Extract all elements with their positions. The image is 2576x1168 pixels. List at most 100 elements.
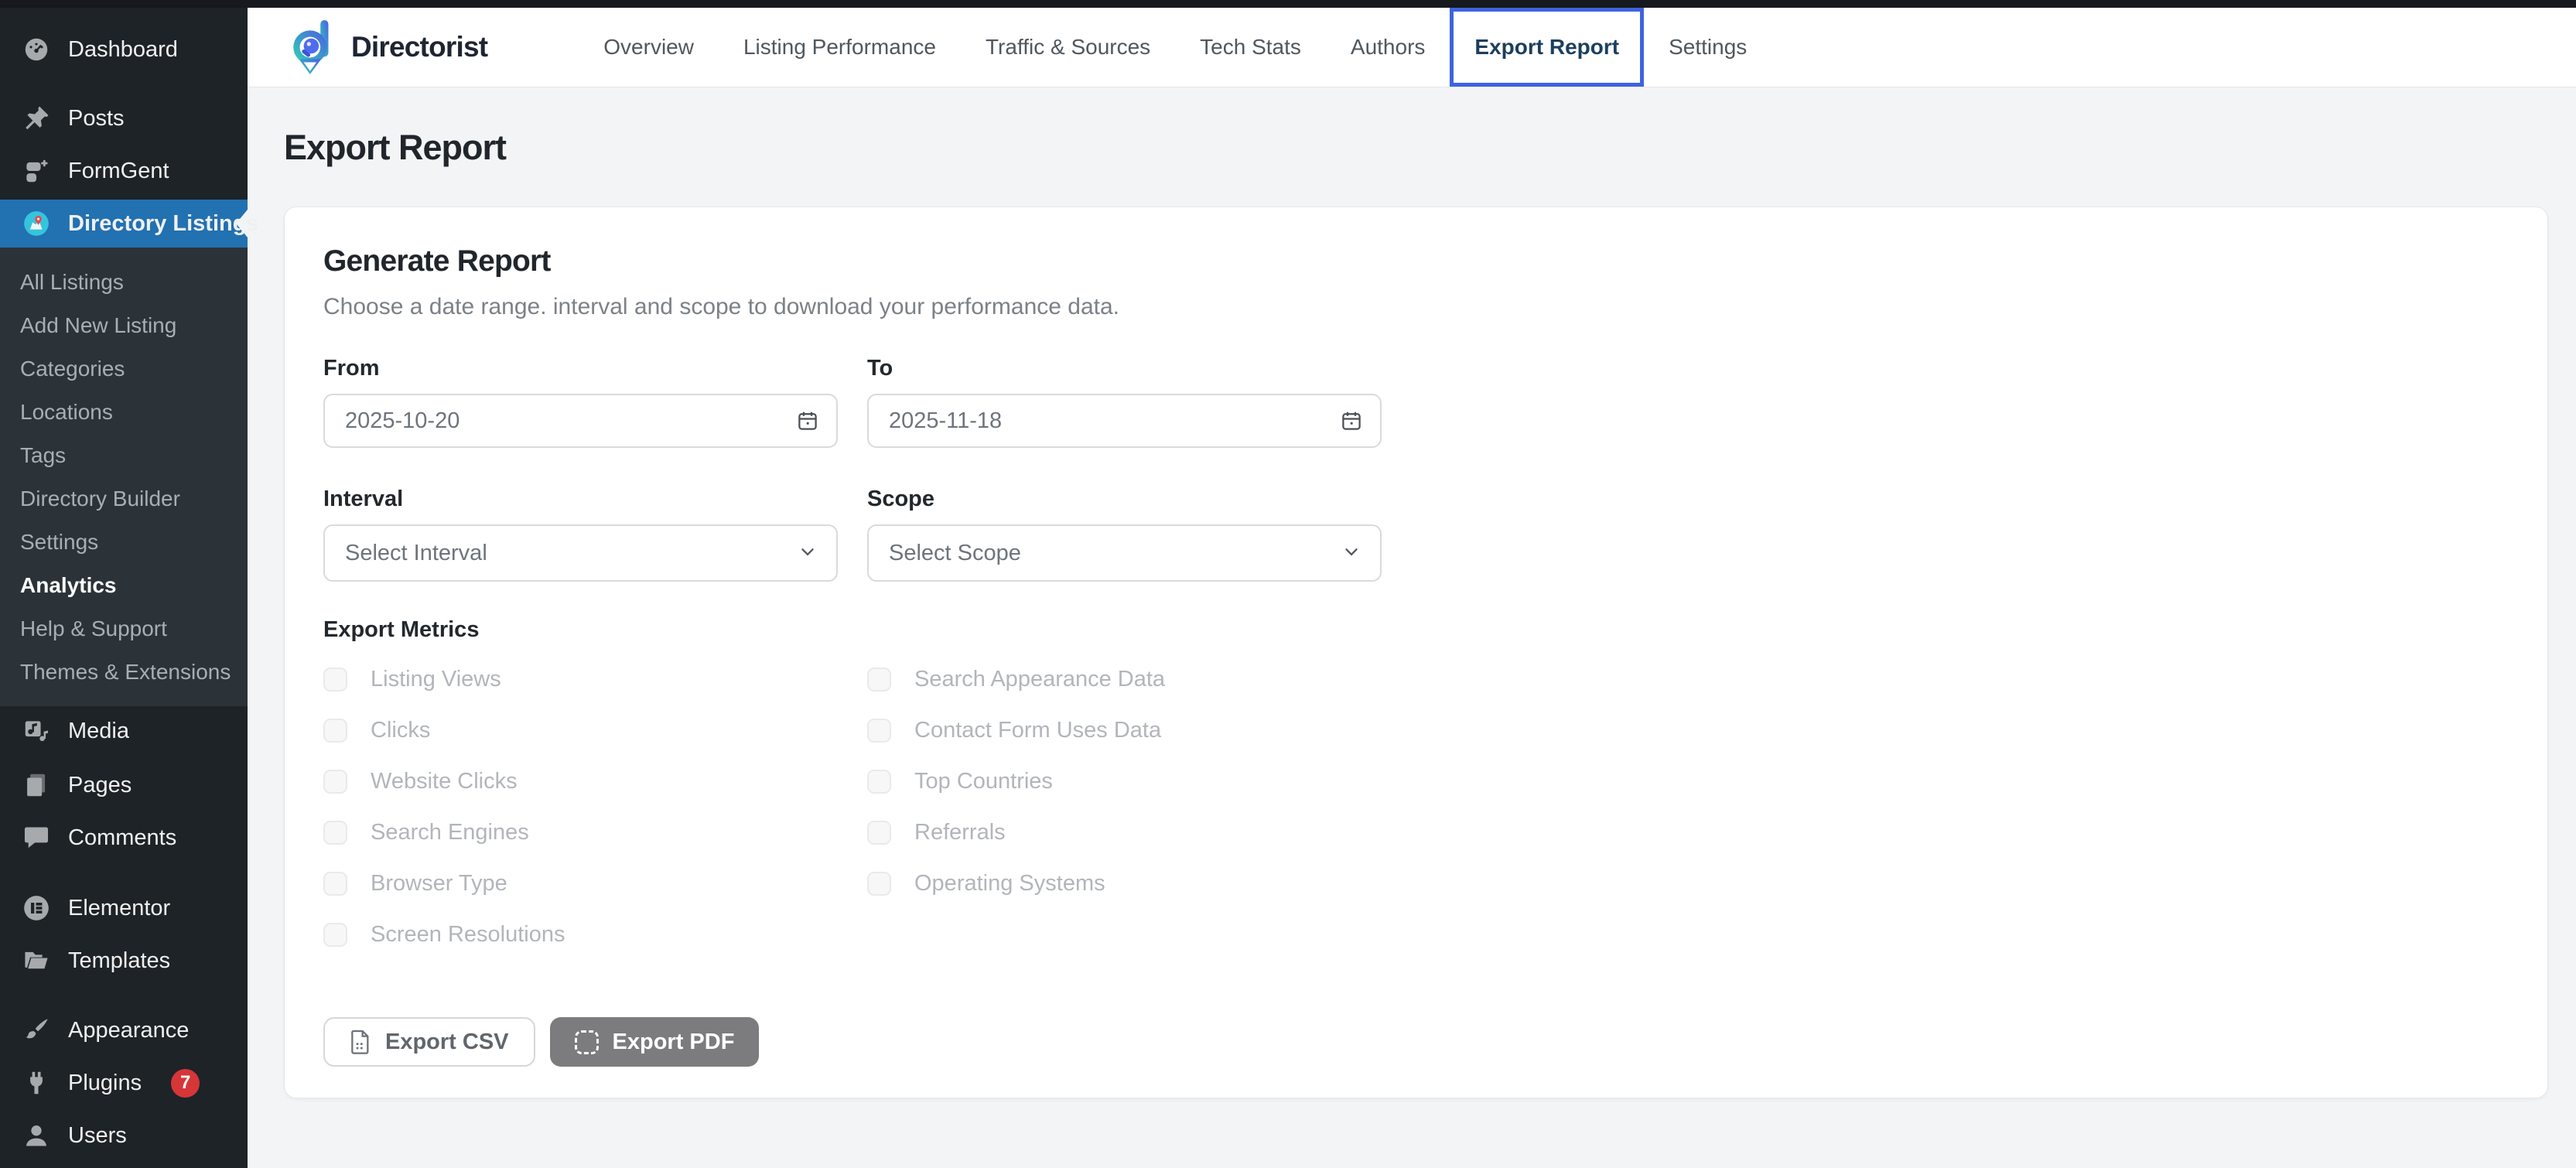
submenu-tags[interactable]: Tags xyxy=(0,434,248,477)
sidebar-item-elementor[interactable]: Elementor xyxy=(0,884,248,932)
submenu-themes-extensions[interactable]: Themes & Extensions xyxy=(0,651,248,694)
metric-checkbox[interactable] xyxy=(323,719,347,743)
sidebar-item-label: Media xyxy=(68,719,129,744)
submenu-locations[interactable]: Locations xyxy=(0,391,248,434)
scope-select-value: Select Scope xyxy=(889,541,1021,566)
metric-checkbox[interactable] xyxy=(867,770,891,794)
submenu-add-new-listing[interactable]: Add New Listing xyxy=(0,304,248,347)
scope-label: Scope xyxy=(867,487,1382,512)
top-admin-strip xyxy=(0,0,2576,8)
tab-settings[interactable]: Settings xyxy=(1644,8,1771,87)
plugins-update-badge: 7 xyxy=(171,1069,200,1098)
to-label: To xyxy=(867,356,1382,381)
brand-name: Directorist xyxy=(351,31,487,63)
sidebar-item-dashboard[interactable]: Dashboard xyxy=(0,26,248,73)
formgent-icon xyxy=(22,156,51,186)
sidebar-item-label: Plugins xyxy=(68,1071,142,1096)
sidebar-item-plugins[interactable]: Plugins 7 xyxy=(0,1059,248,1107)
metric-checkbox[interactable] xyxy=(323,770,347,794)
wp-admin-sidebar: Dashboard Posts FormGent Directory Listi… xyxy=(0,0,248,1168)
sidebar-item-label: FormGent xyxy=(68,159,169,184)
tab-authors[interactable]: Authors xyxy=(1326,8,1450,87)
metric-checkbox[interactable] xyxy=(323,821,347,845)
tab-overview[interactable]: Overview xyxy=(579,8,719,87)
metric-label: Screen Resolutions xyxy=(371,922,565,948)
metric-option-website-clicks: Website Clicks xyxy=(323,768,838,794)
metric-checkbox[interactable] xyxy=(323,923,347,947)
sidebar-item-label: Posts xyxy=(68,106,125,131)
chevron-down-icon xyxy=(1341,541,1361,565)
metric-option-referrals: Referrals xyxy=(867,819,1382,845)
sidebar-item-templates[interactable]: Templates xyxy=(0,937,248,985)
metric-checkbox[interactable] xyxy=(867,872,891,896)
calendar-icon[interactable] xyxy=(796,409,819,432)
sidebar-item-label: Dashboard xyxy=(68,37,178,63)
sidebar-item-media[interactable]: Media xyxy=(0,707,248,755)
directorist-plugin-icon xyxy=(22,209,51,238)
metric-label: Search Appearance Data xyxy=(914,667,1165,692)
export-csv-button[interactable]: Export CSV xyxy=(323,1017,535,1067)
interval-select[interactable]: Select Interval xyxy=(323,524,838,582)
sidebar-item-label: Templates xyxy=(68,948,170,974)
tab-traffic-sources[interactable]: Traffic & Sources xyxy=(961,8,1175,87)
sidebar-item-formgent[interactable]: FormGent xyxy=(0,147,248,195)
metrics-right-column: Search Appearance Data Contact Form Uses… xyxy=(867,666,1382,972)
brush-icon xyxy=(22,1016,51,1045)
page-title: Export Report xyxy=(284,128,2548,168)
submenu-all-listings[interactable]: All Listings xyxy=(0,261,248,304)
pin-icon xyxy=(22,104,51,133)
metric-label: Browser Type xyxy=(371,871,507,896)
sidebar-item-users[interactable]: Users xyxy=(0,1112,248,1159)
export-pdf-button[interactable]: Export PDF xyxy=(550,1017,760,1067)
metric-checkbox[interactable] xyxy=(867,821,891,845)
to-date-input[interactable] xyxy=(889,408,1260,434)
sidebar-item-pages[interactable]: Pages xyxy=(0,761,248,809)
directory-listings-submenu: All Listings Add New Listing Categories … xyxy=(0,248,248,706)
metrics-left-column: Listing Views Clicks Website Clicks xyxy=(323,666,838,972)
analytics-header: Directorist Overview Listing Performance… xyxy=(248,8,2576,87)
to-date-inputbox xyxy=(867,394,1382,448)
sidebar-item-label: Directory Listings xyxy=(68,211,259,237)
export-metrics-label: Export Metrics xyxy=(323,617,2509,643)
analytics-nav-tabs: Overview Listing Performance Traffic & S… xyxy=(579,8,1771,87)
tab-export-report[interactable]: Export Report xyxy=(1450,8,1644,87)
file-document-icon xyxy=(350,1030,371,1054)
metric-label: Contact Form Uses Data xyxy=(914,718,1161,743)
metric-checkbox[interactable] xyxy=(323,872,347,896)
calendar-icon[interactable] xyxy=(1340,409,1363,432)
interval-select-value: Select Interval xyxy=(345,541,487,566)
sidebar-item-label: Comments xyxy=(68,825,176,851)
metric-option-screen-resolutions: Screen Resolutions xyxy=(323,921,838,948)
from-date-inputbox xyxy=(323,394,838,448)
tab-tech-stats[interactable]: Tech Stats xyxy=(1175,8,1326,87)
metric-checkbox[interactable] xyxy=(867,668,891,692)
sidebar-item-directory-listings[interactable]: Directory Listings xyxy=(0,200,248,248)
sidebar-item-appearance[interactable]: Appearance xyxy=(0,1006,248,1054)
metric-option-operating-systems: Operating Systems xyxy=(867,870,1382,896)
dashboard-icon xyxy=(22,35,51,64)
interval-field-group: Interval Select Interval xyxy=(323,487,838,582)
metric-option-search-appearance: Search Appearance Data xyxy=(867,666,1382,692)
submenu-settings[interactable]: Settings xyxy=(0,521,248,564)
metric-label: Listing Views xyxy=(371,667,501,692)
metric-option-contact-form-uses: Contact Form Uses Data xyxy=(867,717,1382,743)
submenu-categories[interactable]: Categories xyxy=(0,347,248,391)
interval-label: Interval xyxy=(323,487,838,512)
plug-icon xyxy=(22,1068,51,1098)
scope-select[interactable]: Select Scope xyxy=(867,524,1382,582)
submenu-help-support[interactable]: Help & Support xyxy=(0,607,248,651)
dashed-placeholder-icon xyxy=(575,1030,599,1054)
submenu-analytics-current[interactable]: Analytics xyxy=(0,564,248,607)
sidebar-item-label: Appearance xyxy=(68,1018,189,1043)
metric-checkbox[interactable] xyxy=(867,719,891,743)
metric-checkbox[interactable] xyxy=(323,668,347,692)
tab-listing-performance[interactable]: Listing Performance xyxy=(719,8,961,87)
from-date-input[interactable] xyxy=(345,408,716,434)
sidebar-item-comments[interactable]: Comments xyxy=(0,814,248,862)
metric-label: Search Engines xyxy=(371,820,529,845)
generate-report-card: Generate Report Choose a date range. int… xyxy=(284,207,2548,1098)
metric-label: Clicks xyxy=(371,718,430,743)
metric-label: Referrals xyxy=(914,820,1006,845)
sidebar-item-posts[interactable]: Posts xyxy=(0,94,248,142)
submenu-directory-builder[interactable]: Directory Builder xyxy=(0,477,248,521)
